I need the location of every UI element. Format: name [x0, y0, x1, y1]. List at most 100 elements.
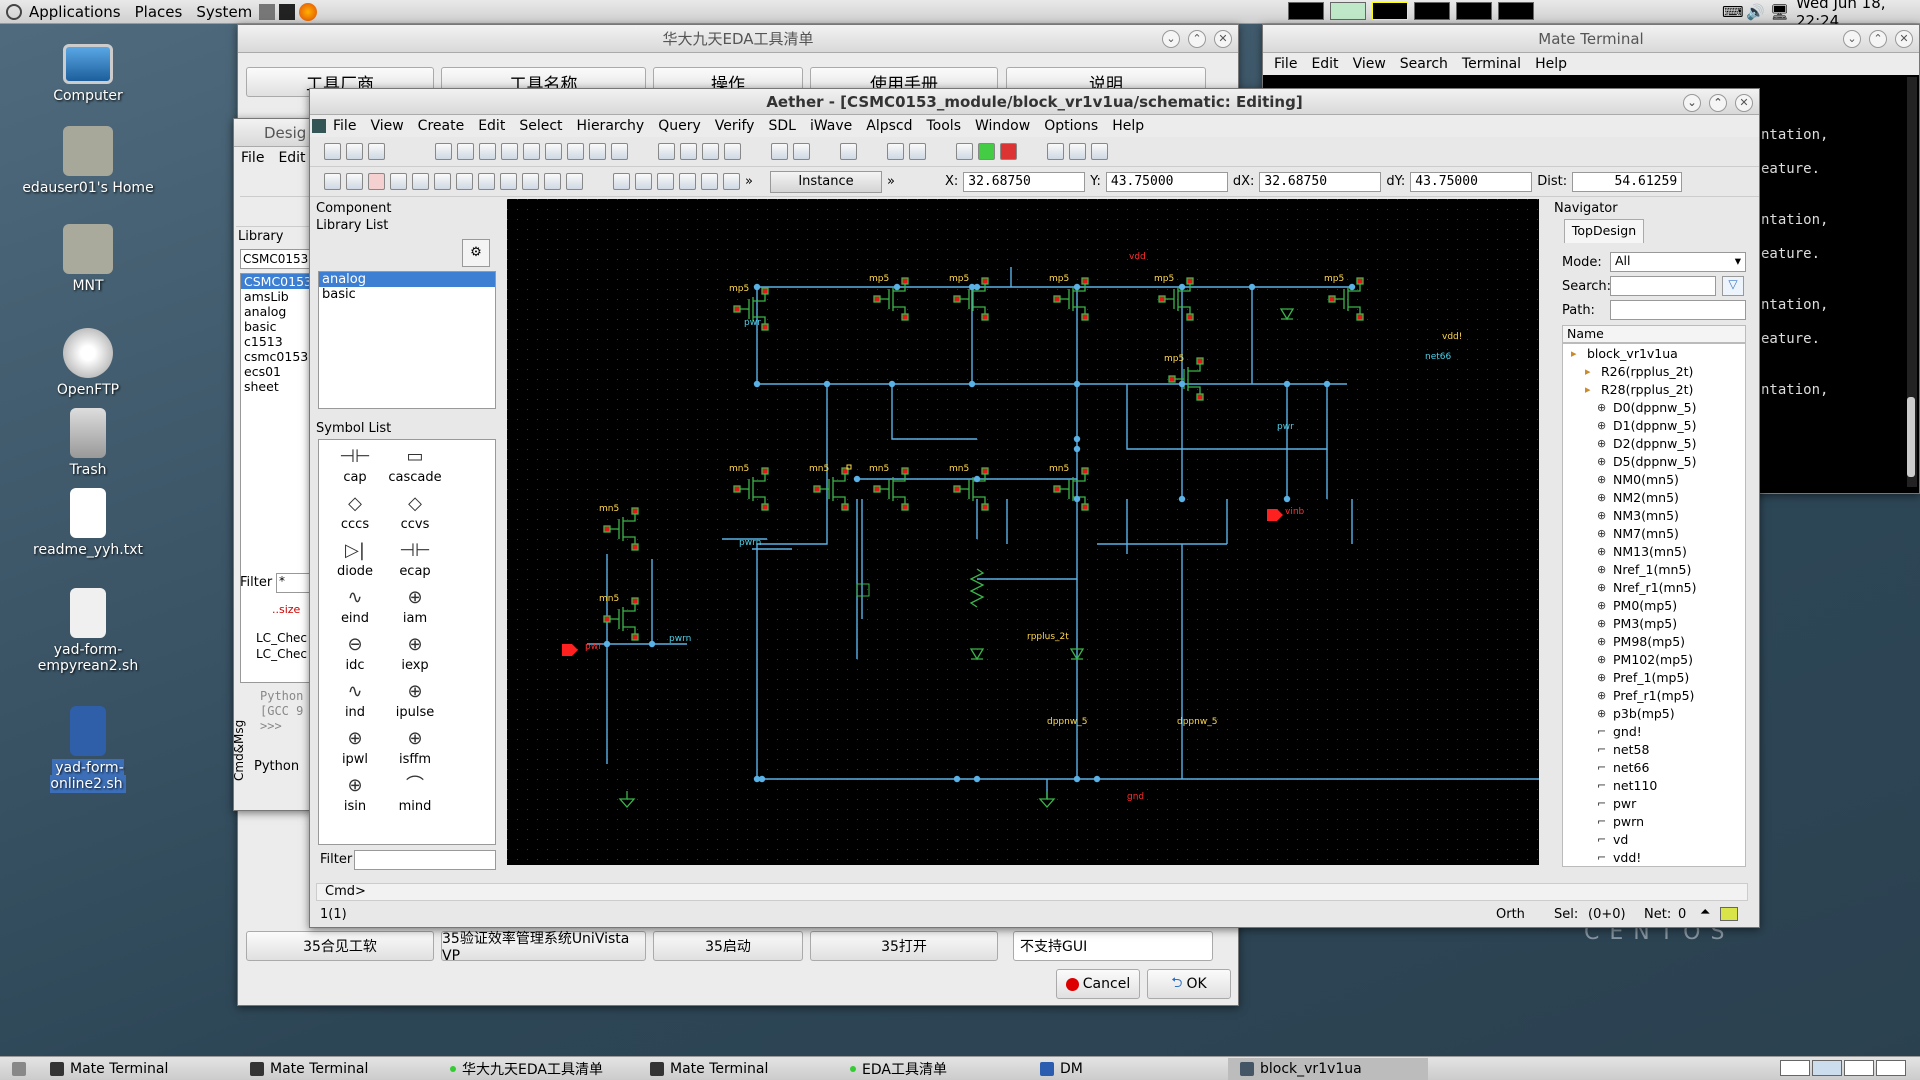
ok-button[interactable]: ⮌ OK	[1147, 969, 1231, 999]
wire-narrow-icon[interactable]	[479, 143, 496, 160]
eda-list-titlebar[interactable]: 华大九天EDA工具清单 ⌄ ⌃ ✕	[238, 25, 1238, 53]
firefox-launcher-icon[interactable]	[299, 2, 318, 21]
tree-item[interactable]: ⊕ PM102(mp5)	[1563, 650, 1745, 668]
tree-item[interactable]: ⊕ Nref_1(mn5)	[1563, 560, 1745, 578]
tree-item[interactable]: ⊕ NM0(mn5)	[1563, 470, 1745, 488]
bus-tap5-icon[interactable]	[723, 173, 740, 190]
menu-help[interactable]: Help	[1105, 118, 1151, 134]
menu-hierarchy[interactable]: Hierarchy	[570, 118, 652, 134]
menu-sdl[interactable]: SDL	[761, 118, 802, 134]
tree-item[interactable]: ▸ R26(rpplus_2t)	[1563, 362, 1745, 380]
delete-icon[interactable]	[368, 173, 385, 190]
taskbar-item[interactable]: Mate Terminal	[238, 1058, 438, 1080]
label-icon[interactable]	[523, 143, 540, 160]
tree-item[interactable]: ⌐ vdd!	[1563, 848, 1745, 866]
tree-item[interactable]: ⌐ net66	[1563, 758, 1745, 776]
cancel-button[interactable]: Cancel	[1056, 969, 1140, 999]
list-item[interactable]: amsLib	[241, 289, 311, 304]
save-all-icon[interactable]	[368, 143, 385, 160]
terminal-output[interactable]: ntation, eature. ntation, eature. ntation,…	[1761, 127, 1828, 399]
tree-item[interactable]: ⊕ PM98(mp5)	[1563, 632, 1745, 650]
line-icon[interactable]	[613, 173, 630, 190]
terminal-launcher-icon[interactable]	[279, 3, 296, 20]
ascend-icon[interactable]	[702, 143, 719, 160]
mode-indicator[interactable]: Instance	[770, 170, 882, 193]
menu-file[interactable]: File	[326, 118, 363, 134]
unroute-icon[interactable]	[793, 143, 810, 160]
align-icon[interactable]	[500, 173, 517, 190]
menu-tools[interactable]: Tools	[920, 118, 969, 134]
tree-item[interactable]: ▸ R28(rpplus_2t)	[1563, 380, 1745, 398]
symbol-cap[interactable]: ⊣⊢ cap	[325, 444, 385, 491]
desktop-icon-trash[interactable]: Trash	[18, 408, 158, 478]
tree-item[interactable]: ⊕ D1(dppnw_5)	[1563, 416, 1745, 434]
tree-item[interactable]: ⊕ p3b(mp5)	[1563, 704, 1745, 722]
tree-item[interactable]: ⊕ NM13(mn5)	[1563, 542, 1745, 560]
orth-mode[interactable]: Orth	[1496, 907, 1525, 922]
taskbar-item-active[interactable]: block_vr1v1ua	[1228, 1057, 1428, 1080]
tree-item[interactable]: ⊕ Pref_1(mp5)	[1563, 668, 1745, 686]
menu-verify[interactable]: Verify	[708, 118, 762, 134]
tree-header[interactable]: Name	[1562, 325, 1746, 343]
row-launch-button[interactable]: 35启动	[653, 931, 803, 961]
list-item[interactable]: CSMC0153	[241, 274, 311, 289]
minimize-icon[interactable]: ⌄	[1162, 30, 1180, 48]
tree-item[interactable]: ▸ block_vr1v1ua	[1563, 344, 1745, 362]
settings-icon[interactable]	[1047, 143, 1064, 160]
save-icon[interactable]	[324, 143, 341, 160]
schematic-canvas[interactable]: pwr pwrn pwr pwrn pwr vinb vdd gnd rpplu…	[507, 199, 1539, 865]
copy-icon[interactable]	[434, 173, 451, 190]
symbol-idc[interactable]: ⊖ idc	[325, 632, 385, 679]
design-edit-menu[interactable]: Edit	[271, 150, 312, 166]
cmd-msg-tab[interactable]: Cmd&Msg	[232, 720, 246, 781]
symbol-eind[interactable]: ∿ eind	[325, 585, 385, 632]
list-item[interactable]: c1513	[241, 334, 311, 349]
system-menu[interactable]: System	[196, 3, 252, 21]
list-item[interactable]: analog	[241, 304, 311, 319]
tree-item[interactable]: ⌐ net110	[1563, 776, 1745, 794]
design-file-menu[interactable]: File	[234, 150, 271, 166]
bus-tap4-icon[interactable]	[701, 173, 718, 190]
triangle-icon[interactable]	[544, 173, 561, 190]
taskbar-item[interactable]: DM	[1028, 1058, 1228, 1080]
desktop-icon-mnt[interactable]: MNT	[18, 224, 158, 294]
list-item[interactable]: csmc0153	[241, 349, 311, 364]
places-menu[interactable]: Places	[135, 3, 183, 21]
terminal-menu-view[interactable]: View	[1346, 56, 1393, 72]
list-item[interactable]: sheet	[241, 379, 311, 394]
undo-icon[interactable]	[324, 173, 341, 190]
taskbar-item[interactable]: EDA工具清单	[838, 1058, 1028, 1080]
menu-iwave[interactable]: iWave	[803, 118, 859, 134]
tree-item[interactable]: ⊕ PM3(mp5)	[1563, 614, 1745, 632]
symbol-cccs[interactable]: ◇ cccs	[325, 491, 385, 538]
battery-icon[interactable]	[1069, 143, 1086, 160]
tree-item[interactable]: ⌐ pwr	[1563, 794, 1745, 812]
menu-edit[interactable]: Edit	[471, 118, 512, 134]
tree-item[interactable]: ⌐ gnd!	[1563, 722, 1745, 740]
symbol-ecap[interactable]: ⊣⊢ ecap	[385, 538, 445, 585]
check-icon[interactable]	[658, 143, 675, 160]
menu-create[interactable]: Create	[411, 118, 472, 134]
desktop-icon-yad-empyrean[interactable]: yad-form- empyrean2.sh	[18, 588, 158, 674]
aether-titlebar[interactable]: Aether - [CSMC0153_module/block_vr1v1ua/…	[310, 89, 1759, 115]
symbol-iam[interactable]: ⊕ iam	[385, 585, 445, 632]
navigator-tab[interactable]: TopDesign	[1564, 219, 1644, 243]
menu-alpscd[interactable]: Alpscd	[859, 118, 919, 134]
taskbar-item[interactable]: Mate Terminal	[38, 1058, 238, 1080]
route-icon[interactable]	[771, 143, 788, 160]
wire-bus-icon[interactable]	[457, 143, 474, 160]
library-list[interactable]: CSMC0153 amsLib analog basic c1513 csmc0…	[240, 273, 312, 683]
workspace-pager[interactable]	[1780, 1060, 1906, 1076]
property-icon[interactable]	[566, 173, 583, 190]
symbol-isffm[interactable]: ⊕ isffm	[385, 726, 445, 773]
list-item[interactable]: basic	[241, 319, 311, 334]
path-input[interactable]	[1610, 300, 1746, 320]
menu-logo-icon[interactable]	[6, 3, 22, 20]
mirror-icon[interactable]	[478, 173, 495, 190]
list-item[interactable]: ecs01	[241, 364, 311, 379]
terminal-menu-search[interactable]: Search	[1393, 56, 1455, 72]
terminal-menu-edit[interactable]: Edit	[1304, 56, 1345, 72]
symbol-diode[interactable]: ▷| diode	[325, 538, 385, 585]
redo-icon[interactable]	[346, 173, 363, 190]
cmd-line[interactable]: Cmd>	[316, 883, 1748, 901]
